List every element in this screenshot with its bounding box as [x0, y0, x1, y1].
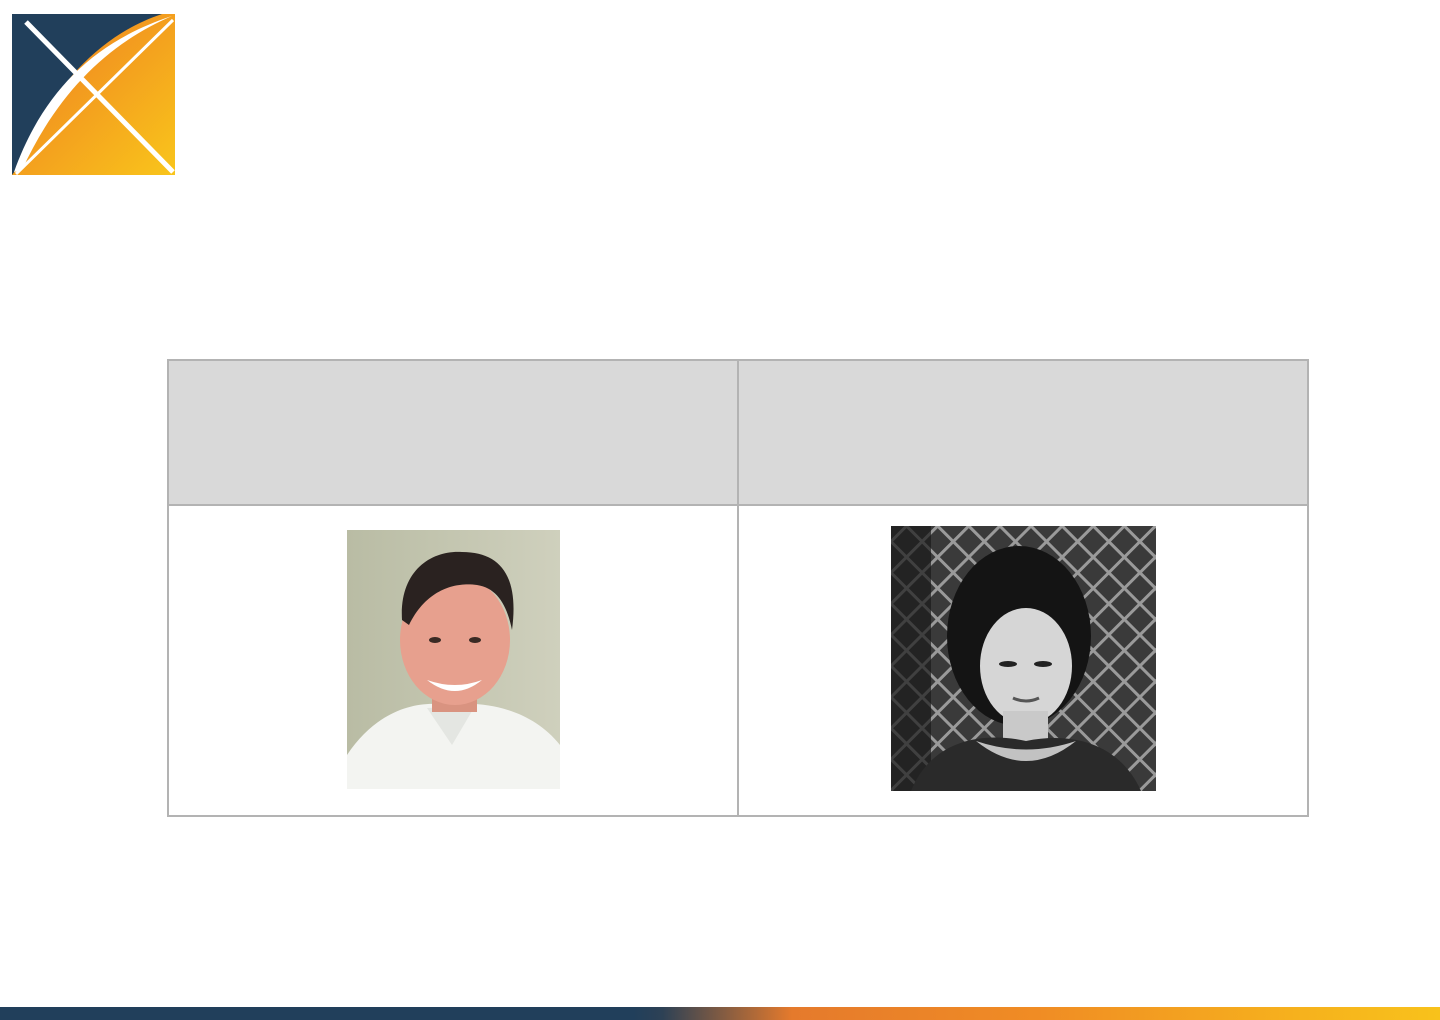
person-photo-color — [346, 530, 560, 789]
footer-gradient-bar — [0, 1007, 1440, 1020]
table-header-row — [167, 359, 1309, 506]
slide — [0, 0, 1440, 1020]
header-cell-left — [167, 359, 739, 506]
header-cell-right — [737, 359, 1309, 506]
x-logo-icon — [12, 14, 175, 175]
person-photo-bw — [890, 525, 1156, 791]
table-photo-row — [167, 504, 1309, 817]
photo-cell-left — [167, 504, 739, 817]
bio-table — [167, 359, 1309, 817]
photo-cell-right — [737, 504, 1309, 817]
